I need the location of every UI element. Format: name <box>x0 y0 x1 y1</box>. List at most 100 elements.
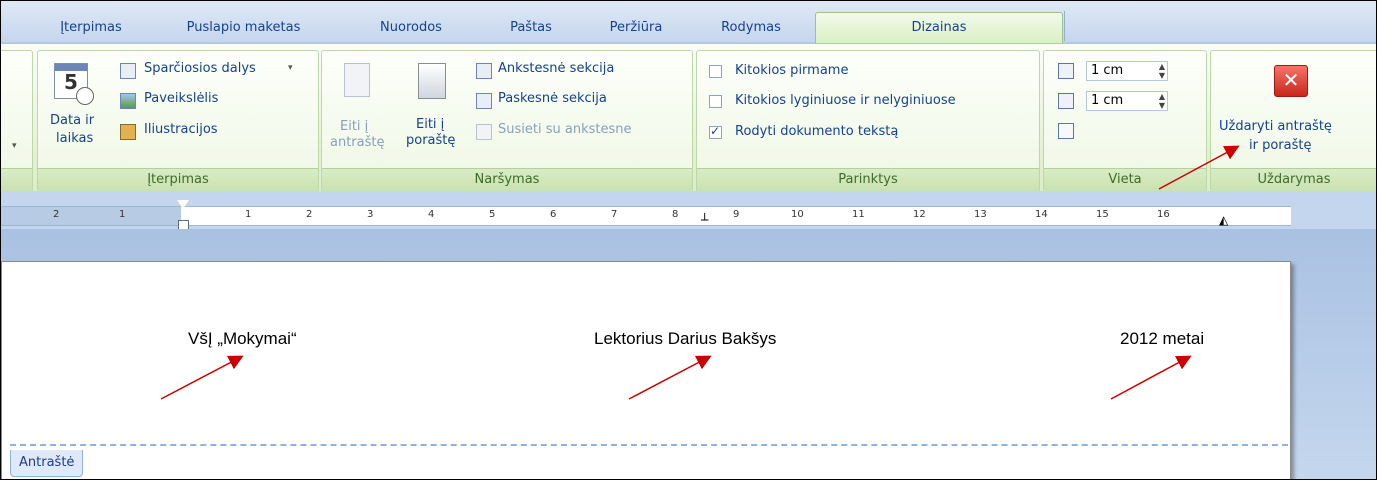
header-right-text[interactable]: 2012 metai <box>1120 329 1204 349</box>
ruler-tick: 5 <box>489 209 496 220</box>
tab-nuorodos[interactable]: Nuorodos <box>361 14 461 42</box>
ruler-tick: 15 <box>1096 209 1109 220</box>
next-section-icon <box>476 93 492 109</box>
eiti-antraste-line1: Eiti į <box>340 119 369 134</box>
group-iterpimas: 5 Data ir laikas Sparčiosios dalys ▾ Pav… <box>37 50 319 192</box>
footer-position-icon <box>1058 93 1074 109</box>
header-boundary-line <box>10 444 1288 446</box>
tab-pastas[interactable]: Paštas <box>496 14 566 42</box>
chevron-down-icon: ▾ <box>288 63 293 73</box>
ruler-tick: 10 <box>791 209 804 220</box>
eiti-i-antraste-button[interactable]: Eiti į antraštę <box>326 55 384 165</box>
susieti-label: Susieti su ankstesne <box>498 122 632 137</box>
ruler-tick: 3 <box>367 209 374 220</box>
tab-perziura[interactable]: Peržiūra <box>591 14 681 42</box>
ruler-tick: 13 <box>974 209 987 220</box>
rodyti-label: Rodyti dokumento tekstą <box>735 124 899 139</box>
eiti-i-poraste-button[interactable]: Eiti į poraštę <box>404 55 462 165</box>
ruler-tick: 7 <box>611 209 618 220</box>
ruler-tick: 1 <box>119 209 126 220</box>
close-icon: ✕ <box>1274 65 1308 97</box>
sparciosios-dalys-button[interactable]: Sparčiosios dalys ▾ <box>120 61 315 81</box>
data-ir-laikas-line1: Data ir <box>50 113 95 128</box>
group-label-vieta: Vieta <box>1044 168 1206 191</box>
quick-parts-icon <box>120 63 136 79</box>
kitokios-pirmame-checkbox[interactable]: Kitokios pirmame <box>709 63 1009 83</box>
kitokios-lyginiuose-checkbox[interactable]: Kitokios lyginiuose ir nelyginiuose <box>709 93 1029 113</box>
tab-puslapio-maketas[interactable]: Puslapio maketas <box>161 14 326 42</box>
horizontal-ruler[interactable]: 2 1 1 2 3 4 5 6 7 8 9 10 11 12 13 14 15 … <box>1 206 1291 227</box>
eiti-poraste-line2: poraštę <box>406 133 456 148</box>
header-position-icon <box>1058 63 1074 79</box>
eiti-antraste-line2: antraštę <box>330 135 385 150</box>
first-line-indent-icon[interactable] <box>177 200 189 209</box>
ruler-tick: 14 <box>1035 209 1048 220</box>
ruler-tick: 12 <box>913 209 926 220</box>
document-page[interactable]: VšĮ „Mokymai“ Lektorius Darius Bakšys 20… <box>1 261 1291 479</box>
checkbox-box <box>709 95 722 108</box>
header-position-value: 1 cm <box>1091 63 1124 78</box>
data-ir-laikas-line2: laikas <box>56 131 94 146</box>
kitokios-pirmame-label: Kitokios pirmame <box>735 63 849 78</box>
group-vieta: 1 cm ▲ ▼ 1 cm ▲ ▼ Vieta <box>1043 50 1207 192</box>
eiti-poraste-line1: Eiti į <box>416 117 445 132</box>
dropdown-arrow-icon: ▾ <box>12 141 17 151</box>
ruler-tick: 6 <box>550 209 557 220</box>
rodyti-dokumento-teksta-checkbox[interactable]: Rodyti dokumento tekstą <box>709 124 1009 144</box>
paskesne-sekcija-label: Paskesnė sekcija <box>498 91 607 106</box>
picture-icon <box>120 93 136 109</box>
go-to-footer-icon <box>418 63 446 99</box>
checkbox-box <box>709 65 722 78</box>
uzdaryti-line2: ir poraštę <box>1249 138 1312 153</box>
tab-dizainas[interactable]: Dizainas <box>815 12 1063 45</box>
right-tab-stop-icon[interactable]: ◭ <box>1219 213 1228 227</box>
ruler-tick: 9 <box>733 209 740 220</box>
spin-arrows-icon[interactable]: ▲ ▼ <box>1159 62 1165 80</box>
link-previous-icon <box>476 124 492 140</box>
paveikslelis-button[interactable]: Paveikslėlis <box>120 91 260 111</box>
paveikslelis-label: Paveikslėlis <box>144 91 219 106</box>
spin-arrows-icon[interactable]: ▲ ▼ <box>1159 92 1165 110</box>
header-center-text[interactable]: Lektorius Darius Bakšys <box>594 329 776 349</box>
sparciosios-dalys-label: Sparčiosios dalys <box>144 61 256 76</box>
go-to-header-icon <box>344 63 370 97</box>
ruler-tick: 8 <box>672 209 679 220</box>
ribbon-tabs: Įterpimas Puslapio maketas Nuorodos Pašt… <box>1 1 1376 45</box>
group-label-iterpimas: Įterpimas <box>38 168 318 191</box>
center-tab-stop-icon[interactable]: ┴ <box>701 213 708 227</box>
uzdaryti-line1: Uždaryti antraštę <box>1219 119 1332 134</box>
clip-art-icon <box>120 124 136 140</box>
header-position-spinner[interactable]: 1 cm ▲ ▼ <box>1086 61 1168 81</box>
kitokios-lyginiuose-label: Kitokios lyginiuose ir nelyginiuose <box>735 93 956 108</box>
group-label-parinktys: Parinktys <box>697 168 1039 191</box>
tab-rodymas[interactable]: Rodymas <box>701 14 801 42</box>
iliustracijos-button[interactable]: Iliustracijos <box>120 122 260 142</box>
data-ir-laikas-button[interactable]: 5 Data ir laikas <box>44 55 104 165</box>
ankstesne-sekcija-button[interactable]: Ankstesnė sekcija <box>476 61 676 81</box>
footer-position-value: 1 cm <box>1091 93 1124 108</box>
group-parinktys: Kitokios pirmame Kitokios lyginiuose ir … <box>696 50 1040 192</box>
ruler-margin <box>1 207 181 225</box>
footer-position-spinner[interactable]: 1 cm ▲ ▼ <box>1086 91 1168 111</box>
tab-iterpimas[interactable]: Įterpimas <box>46 14 136 42</box>
ankstesne-sekcija-label: Ankstesnė sekcija <box>498 61 615 76</box>
word-window: Įterpimas Puslapio maketas Nuorodos Pašt… <box>0 0 1377 480</box>
susieti-su-ankstesne-button[interactable]: Susieti su ankstesne <box>476 122 688 142</box>
header-left-text[interactable]: VšĮ „Mokymai“ <box>188 329 297 349</box>
iliustracijos-label: Iliustracijos <box>144 122 218 137</box>
ruler-tick: 2 <box>53 209 60 220</box>
group-label-narsymas: Naršymas <box>322 168 692 191</box>
insert-alignment-tab-icon[interactable] <box>1058 123 1074 139</box>
ruler-tick: 11 <box>852 209 865 220</box>
group-label-uzdarymas: Uždarymas <box>1211 168 1376 191</box>
tab-separator <box>1064 11 1065 41</box>
calendar-clock-icon: 5 <box>54 63 94 105</box>
header-tag: Antraštė <box>10 450 84 477</box>
group-partial: ▾ <box>1 50 33 192</box>
ruler-tick: 1 <box>245 209 252 220</box>
ruler-tick: 4 <box>428 209 435 220</box>
ruler-tick: 2 <box>306 209 313 220</box>
previous-section-icon <box>476 63 492 79</box>
group-narsymas: Eiti į antraštę Eiti į poraštę Ankstesnė… <box>321 50 693 192</box>
paskesne-sekcija-button[interactable]: Paskesnė sekcija <box>476 91 676 111</box>
